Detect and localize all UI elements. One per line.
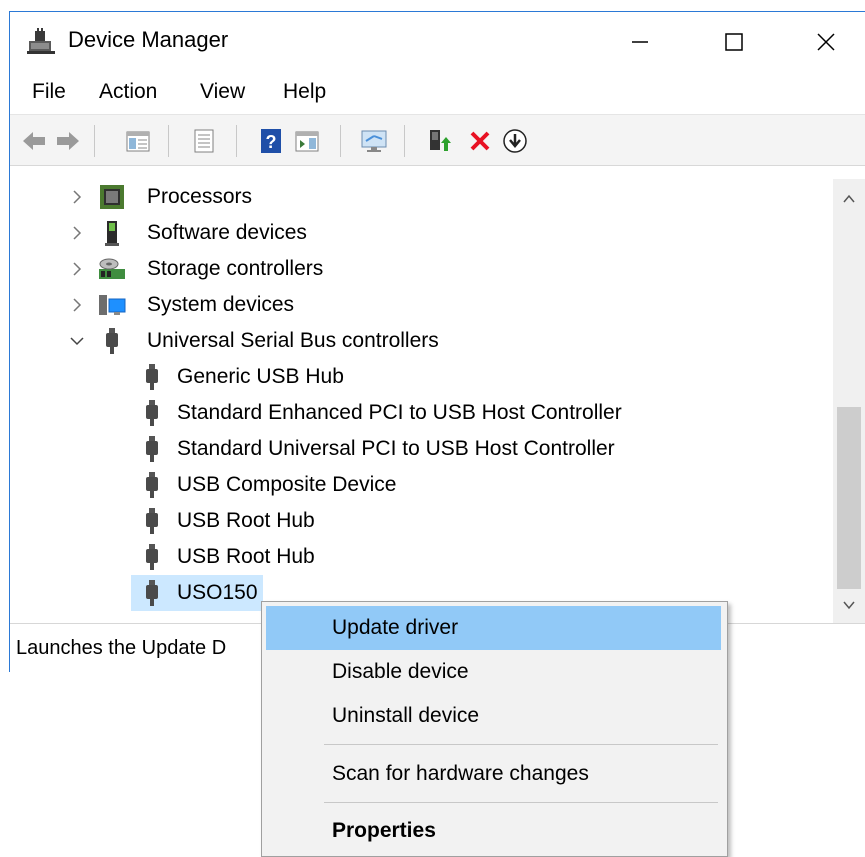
tree-label: Universal Serial Bus controllers xyxy=(147,329,439,352)
forward-arrow-icon[interactable] xyxy=(54,127,82,155)
maximize-icon xyxy=(725,33,743,51)
tree-label: Software devices xyxy=(147,221,307,244)
uninstall-icon[interactable] xyxy=(466,127,494,155)
chevron-right-icon[interactable] xyxy=(67,223,87,243)
menu-item-update-driver[interactable]: Update driver xyxy=(266,606,721,650)
vertical-scrollbar[interactable] xyxy=(833,179,865,623)
menu-separator xyxy=(324,744,718,745)
title-bar[interactable]: Device Manager xyxy=(10,12,865,70)
maximize-button[interactable] xyxy=(704,20,764,64)
tree-device-item[interactable]: Standard Enhanced PCI to USB Host Contro… xyxy=(139,395,622,431)
menu-item-uninstall-device[interactable]: Uninstall device xyxy=(266,694,721,738)
tree-label: System devices xyxy=(147,293,295,316)
help-icon[interactable]: ? xyxy=(257,127,285,155)
usb-plug-icon xyxy=(106,328,118,354)
monitor-icon[interactable] xyxy=(360,127,388,155)
usb-plug-icon xyxy=(146,508,158,534)
scrollbar-thumb[interactable] xyxy=(837,407,861,589)
status-text: Launches the Update D xyxy=(16,637,227,659)
back-arrow-icon[interactable] xyxy=(20,127,48,155)
usb-plug-icon xyxy=(146,400,158,426)
tree-device-item[interactable]: USB Root Hub xyxy=(139,539,315,575)
device-tree: Processors Software devices Storage cont… xyxy=(11,179,833,623)
scroll-up-icon[interactable] xyxy=(841,191,857,207)
chevron-right-icon[interactable] xyxy=(67,295,87,315)
menu-separator xyxy=(324,802,718,803)
tree-category-software-devices[interactable]: Software devices xyxy=(11,215,811,251)
action-pane-icon[interactable] xyxy=(293,127,321,155)
window-title: Device Manager xyxy=(68,27,229,52)
properties-icon[interactable] xyxy=(190,127,218,155)
software-device-icon xyxy=(105,221,119,246)
tree-device-item[interactable]: USB Composite Device xyxy=(139,467,396,503)
download-icon[interactable] xyxy=(501,127,529,155)
usb-plug-icon xyxy=(146,436,158,462)
tree-device-item[interactable]: Standard Universal PCI to USB Host Contr… xyxy=(139,431,615,467)
update-driver-icon[interactable] xyxy=(425,127,453,155)
system-devices-icon xyxy=(99,295,126,315)
tree-category-processors[interactable]: Processors xyxy=(11,179,811,215)
menu-item-disable-device[interactable]: Disable device xyxy=(266,650,721,694)
storage-controller-icon xyxy=(99,258,125,279)
tree-label: USB Composite Device xyxy=(177,473,397,496)
usb-plug-icon xyxy=(146,580,158,606)
tree-category-usb-controllers[interactable]: Universal Serial Bus controllers xyxy=(11,323,811,359)
tree-label: USB Root Hub xyxy=(177,545,315,568)
menu-item-scan-hardware[interactable]: Scan for hardware changes xyxy=(266,752,721,796)
close-icon xyxy=(817,33,835,51)
show-hide-console-tree-icon[interactable] xyxy=(124,127,152,155)
toolbar-separator xyxy=(340,125,341,157)
context-menu: Update driver Disable device Uninstall d… xyxy=(261,601,728,857)
scroll-down-icon[interactable] xyxy=(841,597,857,613)
tree-device-item[interactable]: USB Root Hub xyxy=(139,503,315,539)
usb-plug-icon xyxy=(146,544,158,570)
menu-bar: File Action View Help xyxy=(10,70,865,115)
usb-plug-icon xyxy=(146,472,158,498)
tree-category-system-devices[interactable]: System devices xyxy=(11,287,811,323)
menu-item-properties[interactable]: Properties xyxy=(266,809,721,853)
toolbar-separator xyxy=(168,125,169,157)
tree-device-item-selected[interactable]: USO150 xyxy=(131,575,263,611)
menu-file[interactable]: File xyxy=(32,80,66,104)
minimize-button[interactable] xyxy=(610,20,670,64)
tree-category-storage-controllers[interactable]: Storage controllers xyxy=(11,251,811,287)
tree-label: USO150 xyxy=(177,581,258,604)
usb-plug-icon xyxy=(146,364,158,390)
svg-text:?: ? xyxy=(266,132,277,152)
tree-label: Standard Enhanced PCI to USB Host Contro… xyxy=(177,401,622,424)
chevron-right-icon[interactable] xyxy=(67,259,87,279)
toolbar-separator xyxy=(404,125,405,157)
menu-view[interactable]: View xyxy=(200,80,245,104)
tree-label: Storage controllers xyxy=(147,257,324,280)
toolbar: ? xyxy=(10,115,865,166)
tree-label: Processors xyxy=(147,185,253,208)
device-manager-app-icon xyxy=(27,28,55,54)
close-button[interactable] xyxy=(796,20,856,64)
chevron-right-icon[interactable] xyxy=(67,187,87,207)
tree-label: USB Root Hub xyxy=(177,509,315,532)
device-manager-window: Device Manager File Action View Help ? P… xyxy=(9,11,865,672)
tree-label: Generic USB Hub xyxy=(177,365,344,388)
toolbar-separator xyxy=(236,125,237,157)
chevron-down-icon[interactable] xyxy=(67,331,87,351)
tree-label: Standard Universal PCI to USB Host Contr… xyxy=(177,437,615,460)
toolbar-separator xyxy=(94,125,95,157)
menu-action[interactable]: Action xyxy=(99,80,157,104)
menu-help[interactable]: Help xyxy=(283,80,326,104)
tree-device-item[interactable]: Generic USB Hub xyxy=(139,359,344,395)
minimize-icon xyxy=(632,41,648,43)
processor-icon xyxy=(100,185,124,209)
